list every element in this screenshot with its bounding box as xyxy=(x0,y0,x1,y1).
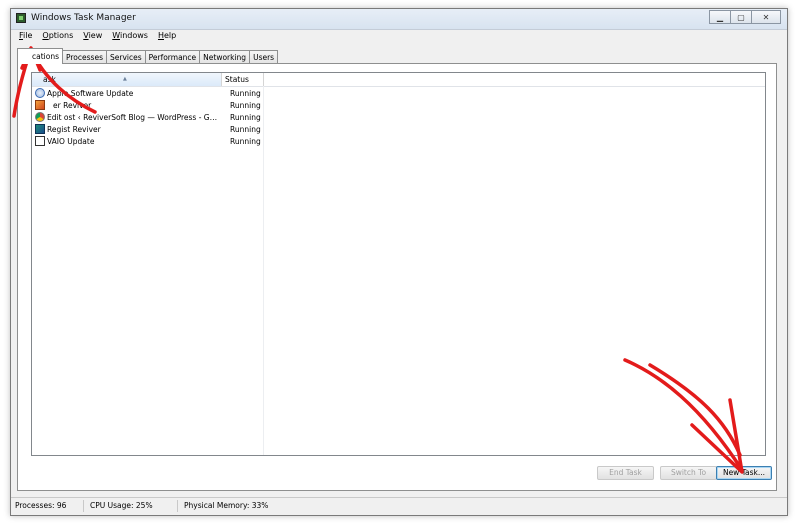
apple-update-icon xyxy=(35,88,45,98)
task-manager-icon xyxy=(16,13,26,23)
task-list[interactable]: ask ▲ Status Apple Software Update Runnin… xyxy=(31,72,766,456)
menu-windows[interactable]: Windows xyxy=(112,29,148,43)
menu-file[interactable]: File xyxy=(19,29,32,43)
minimize-button[interactable]: ▁ xyxy=(709,10,731,24)
menu-view[interactable]: View xyxy=(83,29,102,43)
status-cpu-usage: CPU Usage: 25% xyxy=(86,500,178,512)
task-status: Running xyxy=(230,112,261,122)
end-task-button[interactable]: End Task xyxy=(597,466,654,480)
task-manager-window: Windows Task Manager ▁ ▢ ✕ File Options … xyxy=(10,8,788,516)
task-status: Running xyxy=(230,88,261,98)
column-headers: ask ▲ Status xyxy=(32,73,765,87)
column-header-status[interactable]: Status xyxy=(222,73,264,86)
tab-performance[interactable]: Performance xyxy=(144,50,201,64)
task-status: Running xyxy=(230,100,261,110)
title-bar[interactable]: Windows Task Manager ▁ ▢ ✕ xyxy=(11,9,787,30)
task-name: Apple Software Update xyxy=(47,88,134,98)
tab-networking[interactable]: Networking xyxy=(199,50,251,64)
tab-strip: cations Processes Services Performance N… xyxy=(17,48,279,64)
menu-help[interactable]: Help xyxy=(158,29,176,43)
close-button[interactable]: ✕ xyxy=(751,10,781,24)
tab-services[interactable]: Services xyxy=(105,50,146,64)
column-header-task[interactable]: ask ▲ xyxy=(32,73,222,86)
task-name: Regist Reviver xyxy=(47,124,101,134)
tab-processes[interactable]: Processes xyxy=(62,50,107,64)
task-name: er Reviver xyxy=(53,100,92,110)
task-name: Edit ost ‹ ReviverSoft Blog — WordPress … xyxy=(47,112,218,122)
minimize-icon: ▁ xyxy=(716,12,724,22)
window-title: Windows Task Manager xyxy=(31,13,136,23)
applications-panel: ask ▲ Status Apple Software Update Runnin… xyxy=(17,63,777,491)
maximize-icon: ▢ xyxy=(737,12,745,22)
table-row[interactable]: er Reviver Running xyxy=(32,99,765,111)
task-rows: Apple Software Update Running er Reviver… xyxy=(32,87,765,147)
task-status: Running xyxy=(230,136,261,146)
table-row[interactable]: VAIO Update Running xyxy=(32,135,765,147)
table-row[interactable]: Apple Software Update Running xyxy=(32,87,765,99)
sort-arrow-icon: ▲ xyxy=(123,76,127,82)
new-task-button[interactable]: New Task... xyxy=(716,466,772,480)
task-status: Running xyxy=(230,124,261,134)
status-bar: Processes: 96 CPU Usage: 25% Physical Me… xyxy=(11,497,787,515)
table-row[interactable]: Regist Reviver Running xyxy=(32,123,765,135)
chrome-icon xyxy=(35,112,45,122)
close-icon: ✕ xyxy=(762,12,770,22)
switch-to-button[interactable]: Switch To xyxy=(660,466,717,480)
tab-users[interactable]: Users xyxy=(249,50,279,64)
table-row[interactable]: Edit ost ‹ ReviverSoft Blog — WordPress … xyxy=(32,111,765,123)
menu-options[interactable]: Options xyxy=(42,29,73,43)
menu-bar: File Options View Windows Help xyxy=(11,29,787,43)
window-controls: ▁ ▢ ✕ xyxy=(709,10,781,24)
maximize-button[interactable]: ▢ xyxy=(730,10,752,24)
tab-applications[interactable]: cations xyxy=(17,48,63,64)
task-name: VAIO Update xyxy=(47,136,95,146)
vaio-update-icon xyxy=(35,136,45,146)
registry-reviver-icon xyxy=(35,124,45,134)
status-processes: Processes: 96 xyxy=(11,500,84,512)
status-physical-memory: Physical Memory: 33% xyxy=(184,501,269,510)
driver-reviver-icon xyxy=(35,100,45,110)
